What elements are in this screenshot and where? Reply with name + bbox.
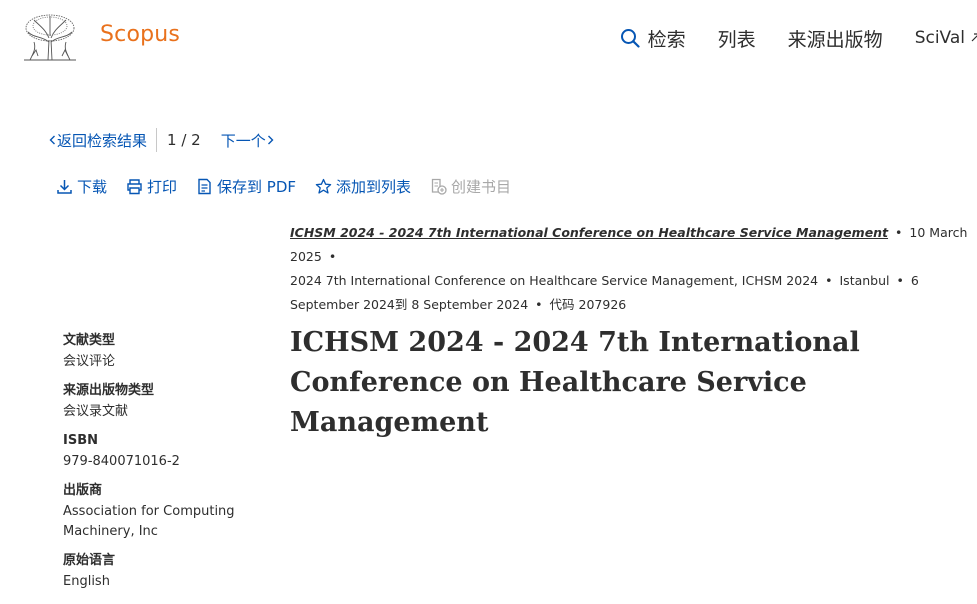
next-result-link[interactable]: 下一个 (221, 130, 275, 151)
nav-search[interactable]: 检索 (620, 25, 686, 52)
nav-scival[interactable]: SciVal (915, 28, 977, 48)
nav-search-label: 检索 (647, 28, 686, 51)
download-button[interactable]: 下载 (56, 176, 107, 197)
main-nav: 检索 列表 来源出版物 SciVal (620, 24, 977, 52)
isbn-label: ISBN (63, 433, 98, 448)
source-type-label: 来源出版物类型 (63, 383, 155, 398)
next-result-label: 下一个 (220, 131, 266, 150)
conference-code: 代码 207926 (549, 297, 627, 312)
download-icon (57, 179, 72, 194)
external-link-icon (971, 33, 977, 42)
save-pdf-button[interactable]: 保存到 PDF (196, 176, 296, 197)
add-to-list-button[interactable]: 添加到列表 (315, 176, 411, 197)
download-label: 下载 (77, 177, 108, 196)
print-button[interactable]: 打印 (126, 176, 177, 197)
doc-type-value: 会议评论 (63, 354, 116, 369)
nav-lists[interactable]: 列表 (718, 25, 756, 52)
printer-icon (127, 178, 142, 194)
publisher-value: Association for Computing Machinery, Inc (63, 504, 235, 539)
nav-scival-label: SciVal (914, 28, 965, 48)
language-value: English (63, 574, 110, 589)
document-metadata: 文献类型 会议评论 来源出版物类型 会议录文献 ISBN 979-8400710… (63, 330, 253, 600)
pdf-document-icon (198, 178, 211, 194)
source-info: ICHSM 2024 - 2024 7th International Conf… (290, 225, 968, 312)
document-toolbar: 下载 打印 保存到 PDF 添加到列表 创建书目 (56, 174, 530, 198)
back-to-results-link[interactable]: 返回检索结果 (48, 130, 147, 151)
add-to-list-label: 添加到列表 (336, 177, 412, 196)
chevron-left-icon (49, 135, 55, 145)
language-label: 原始语言 (63, 553, 116, 568)
save-pdf-label: 保存到 PDF (217, 177, 297, 196)
create-bibliography-button[interactable]: 创建书目 (430, 176, 511, 197)
pager-divider (156, 128, 158, 152)
back-to-results-label: 返回检索结果 (57, 131, 148, 150)
isbn-value: 979-840071016-2 (63, 454, 180, 469)
elsevier-tree-logo[interactable] (22, 12, 78, 62)
conference-location: Istanbul (839, 273, 890, 288)
chevron-right-icon (267, 135, 274, 145)
star-icon (315, 178, 332, 194)
nav-sources[interactable]: 来源出版物 (788, 25, 883, 52)
search-icon (620, 29, 640, 48)
scopus-brand[interactable]: Scopus (100, 22, 180, 47)
result-count: 1 / 2 (167, 131, 201, 149)
bibliography-icon (431, 178, 447, 195)
doc-type-label: 文献类型 (63, 333, 116, 348)
result-pager: 返回检索结果 1 / 2 下一个 (48, 127, 275, 153)
create-bibliography-label: 创建书目 (451, 177, 512, 196)
publisher-label: 出版商 (63, 483, 103, 498)
conference-name: 2024 7th International Conference on Hea… (290, 273, 819, 288)
document-title: ICHSM 2024 - 2024 7th International Conf… (290, 327, 860, 438)
print-label: 打印 (147, 177, 178, 196)
header: Scopus 检索 列表 来源出版物 SciVal (0, 0, 977, 72)
source-type-value: 会议录文献 (63, 404, 129, 419)
source-title-link[interactable]: ICHSM 2024 - 2024 7th International Conf… (290, 225, 888, 240)
